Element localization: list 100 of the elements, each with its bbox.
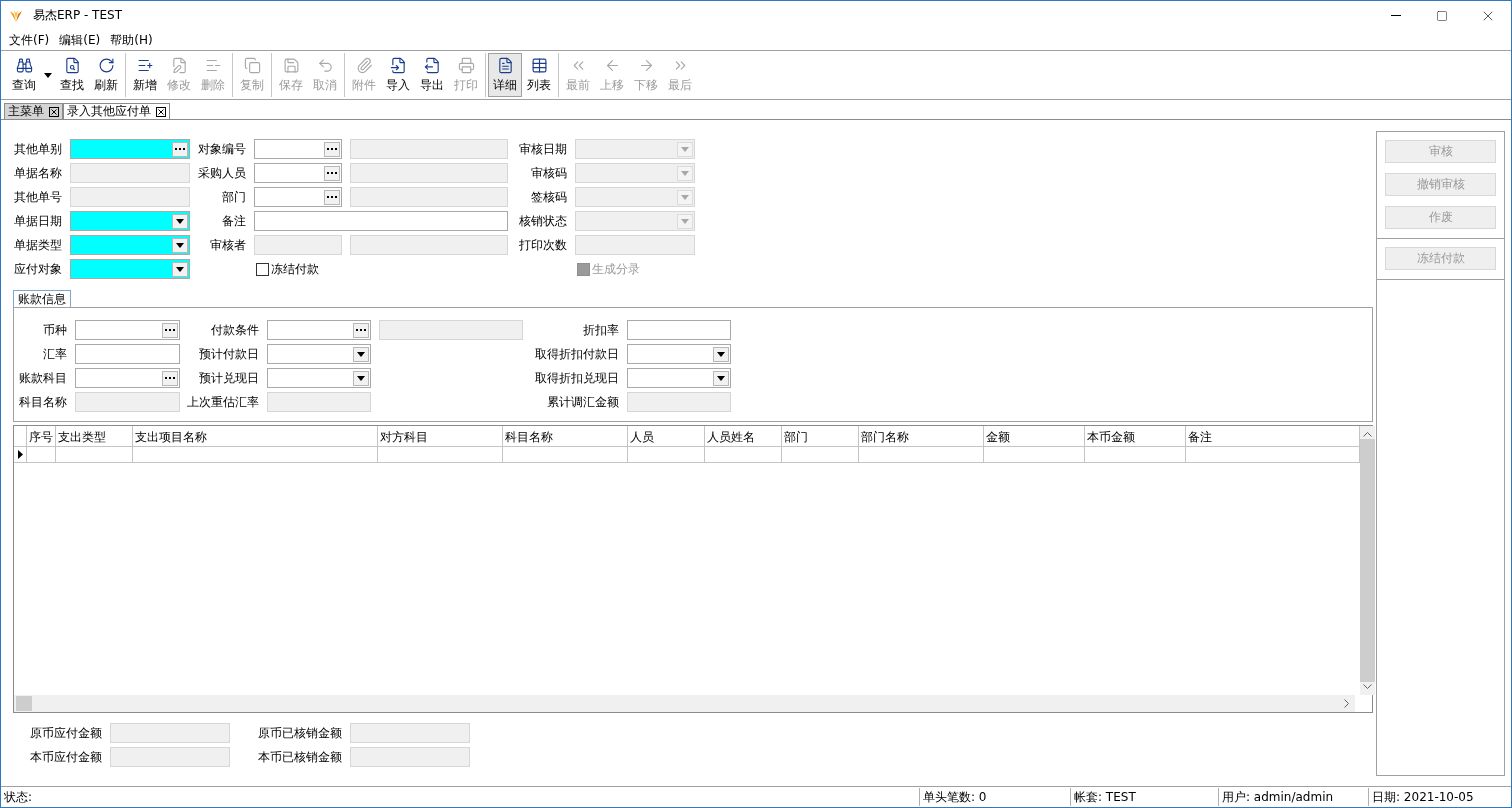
- dropdown-field[interactable]: [627, 344, 731, 364]
- lookup-field[interactable]: [254, 187, 342, 207]
- tab[interactable]: 录入其他应付单: [63, 103, 170, 119]
- column-header[interactable]: 部门名称: [859, 426, 984, 447]
- lookup-field[interactable]: [70, 139, 190, 159]
- lookup-field[interactable]: [75, 320, 180, 340]
- field-label: 原币应付金额: [29, 724, 103, 742]
- column-header[interactable]: 人员: [628, 426, 705, 447]
- status-panel: 帐套: TEST: [1070, 788, 1218, 806]
- field-label: 科目名称: [18, 393, 68, 411]
- field-label: 本币应付金额: [29, 748, 103, 766]
- menu-item[interactable]: 文件(F): [5, 31, 54, 49]
- dropdown-arrow-icon: [44, 72, 52, 78]
- toolbar-button[interactable]: 查询: [7, 53, 41, 97]
- paperclip-icon: [355, 56, 373, 74]
- field-label: 预计付款日: [198, 345, 260, 363]
- dropdown-button[interactable]: [713, 370, 729, 386]
- column-header[interactable]: 支出类型: [56, 426, 133, 447]
- document-icon: [496, 56, 514, 74]
- lookup-button[interactable]: [324, 189, 340, 205]
- scroll-thumb[interactable]: [16, 696, 32, 711]
- column-header[interactable]: 本币金额: [1085, 426, 1186, 447]
- toolbar-button[interactable]: 列表: [522, 53, 556, 97]
- lookup-button[interactable]: [172, 141, 188, 157]
- checkbox[interactable]: [256, 262, 269, 276]
- field-label: 单据日期: [13, 212, 63, 230]
- group-tab[interactable]: 账款信息: [13, 290, 71, 307]
- menu-item[interactable]: 编辑(E): [55, 31, 105, 49]
- lookup-field[interactable]: [254, 139, 342, 159]
- lookup-button[interactable]: [324, 141, 340, 157]
- import-icon: [389, 56, 407, 74]
- field-label: 折扣率: [582, 321, 620, 339]
- dropdown-field[interactable]: [70, 259, 190, 279]
- lookup-field[interactable]: [75, 368, 180, 388]
- field-label: 其他单号: [13, 188, 63, 206]
- column-header[interactable]: 科目名称: [503, 426, 628, 447]
- column-header[interactable]: 人员姓名: [705, 426, 782, 447]
- close-icon[interactable]: [156, 106, 166, 117]
- dropdown-field[interactable]: [267, 368, 371, 388]
- lookup-button[interactable]: [162, 370, 178, 386]
- field-label: 单据类型: [13, 236, 63, 254]
- dropdown-button[interactable]: [172, 261, 188, 277]
- column-header[interactable]: 备注: [1186, 426, 1360, 447]
- toolbar-button[interactable]: 详细: [488, 53, 522, 97]
- dropdown-button[interactable]: [172, 237, 188, 253]
- dropdown-button[interactable]: [353, 346, 369, 362]
- dropdown-field[interactable]: [70, 211, 190, 231]
- status-panel: 日期: 2021-10-05: [1368, 788, 1511, 806]
- field-label: 签核码: [530, 188, 568, 206]
- field-label: 累计调汇金额: [546, 393, 620, 411]
- field-label: 审核者: [209, 236, 247, 254]
- dropdown-arrow-icon: [681, 218, 689, 224]
- column-header[interactable]: 金额: [984, 426, 1085, 447]
- dropdown-arrow-icon: [176, 218, 184, 224]
- lookup-button[interactable]: [162, 322, 178, 338]
- dropdown-button[interactable]: [713, 346, 729, 362]
- field-label: 对象编号: [197, 140, 247, 158]
- checkbox-label: 冻结付款: [271, 260, 319, 278]
- checkbox-label: 生成分录: [592, 260, 640, 278]
- toolbar-button[interactable]: 新增: [128, 53, 162, 97]
- column-header[interactable]: 支出项目名称: [133, 426, 378, 447]
- dropdown-arrow-icon: [176, 242, 184, 248]
- print-icon: [457, 56, 475, 74]
- search-icon: [63, 56, 81, 74]
- menu-item[interactable]: 帮助(H): [106, 31, 157, 49]
- status-panel: 用户: admin/admin: [1218, 788, 1368, 806]
- lookup-button[interactable]: [353, 322, 369, 338]
- input-field[interactable]: [627, 320, 731, 340]
- toolbar-button[interactable]: 导出: [415, 53, 449, 97]
- column-header[interactable]: 序号: [27, 426, 56, 447]
- input-field[interactable]: [75, 344, 180, 364]
- toolbar-button[interactable]: 刷新: [89, 53, 123, 97]
- toolbar-button[interactable]: 查找: [55, 53, 89, 97]
- column-header[interactable]: 部门: [782, 426, 859, 447]
- dropdown-field[interactable]: [267, 344, 371, 364]
- dropdown-arrow-icon: [717, 351, 725, 357]
- horizontal-scrollbar[interactable]: [14, 695, 1355, 712]
- toolbar-button[interactable]: 导入: [381, 53, 415, 97]
- minimize-icon: [1391, 15, 1401, 16]
- binoculars-icon: [15, 56, 33, 74]
- dropdown-field[interactable]: [70, 235, 190, 255]
- maximize-icon: [1436, 9, 1448, 22]
- lookup-field[interactable]: [254, 163, 342, 183]
- field-label: 本币已核销金额: [257, 748, 343, 766]
- undo-icon: [316, 56, 334, 74]
- table-icon: [530, 56, 548, 74]
- field-label: 审核日期: [518, 140, 568, 158]
- dropdown-button[interactable]: [172, 213, 188, 229]
- field-label: 上次重估汇率: [186, 393, 260, 411]
- dropdown-field[interactable]: [627, 368, 731, 388]
- dropdown-button[interactable]: [353, 370, 369, 386]
- input-field[interactable]: [254, 211, 508, 231]
- dropdown-arrow-icon: [681, 146, 689, 152]
- tab[interactable]: 主菜单: [4, 103, 63, 119]
- close-icon[interactable]: [49, 106, 59, 117]
- field-label: 部门: [221, 188, 247, 206]
- lookup-button[interactable]: [324, 165, 340, 181]
- column-header[interactable]: 对方科目: [378, 426, 503, 447]
- lookup-field[interactable]: [267, 320, 371, 340]
- field-label: 应付对象: [13, 260, 63, 278]
